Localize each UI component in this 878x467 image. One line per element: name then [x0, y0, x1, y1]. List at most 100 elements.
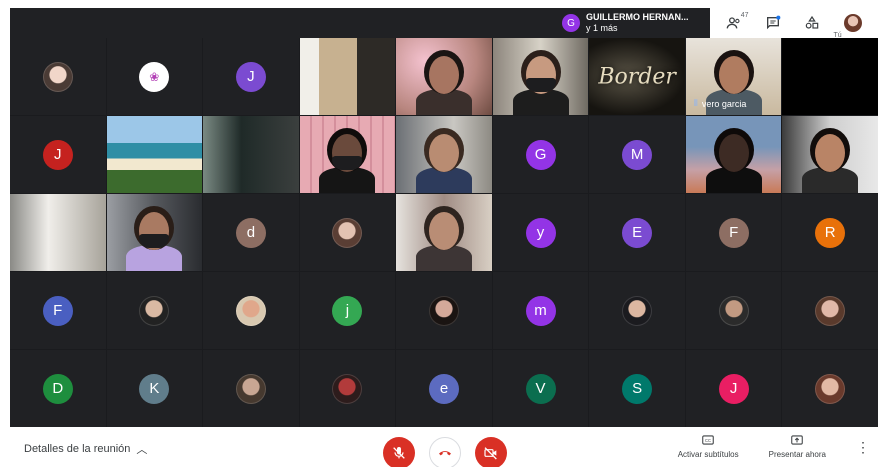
participant-tile[interactable]: [203, 272, 299, 349]
participant-initial-avatar: J: [718, 373, 749, 404]
activities-button[interactable]: [797, 10, 827, 36]
presenter-more: y 1 más: [586, 23, 618, 33]
participant-tile[interactable]: [106, 194, 203, 271]
participant-tile[interactable]: M: [589, 116, 685, 193]
participant-initial-avatar: G: [525, 139, 556, 170]
present-now-label: Presentar ahora: [768, 450, 826, 459]
self-tile[interactable]: Tú: [834, 10, 870, 39]
microphone-toggle-button[interactable]: [383, 437, 415, 467]
presenter-chip[interactable]: G GUILLERMO HERNAN... y 1 más: [556, 8, 710, 38]
participant-initial-avatar: E: [622, 217, 653, 248]
participant-photo-avatar: [815, 373, 846, 404]
participant-video: [396, 194, 492, 271]
call-controls: [383, 437, 507, 467]
participant-tile[interactable]: [782, 116, 878, 193]
participants-button[interactable]: 47: [719, 10, 749, 36]
chat-icon: [766, 15, 780, 30]
presenter-avatar: G: [562, 14, 580, 32]
participant-tile[interactable]: j: [299, 272, 396, 349]
participant-photo-avatar: [718, 295, 749, 326]
person-face: [428, 212, 459, 250]
participant-initial-avatar: F: [42, 295, 73, 326]
participant-tile[interactable]: [396, 38, 492, 115]
participant-tile[interactable]: F: [10, 272, 106, 349]
participant-tile[interactable]: V: [492, 350, 589, 427]
meeting-details-button[interactable]: Detalles de la reunión ︿: [24, 441, 147, 457]
participant-tile[interactable]: Border: [589, 38, 685, 115]
participant-photo-avatar: [622, 295, 653, 326]
participant-initial-avatar: R: [815, 217, 846, 248]
presenter-name: GUILLERMO HERNAN...: [586, 12, 689, 22]
participant-tile[interactable]: [203, 350, 299, 427]
mic-off-icon: [393, 447, 405, 459]
participant-tile[interactable]: [10, 194, 106, 271]
person-face: [815, 134, 846, 172]
participant-initial-avatar: V: [525, 373, 556, 404]
participant-tile[interactable]: [299, 350, 396, 427]
present-screen-icon: [791, 435, 804, 445]
video-overlay-text: Border: [598, 64, 676, 89]
captions-button[interactable]: CC Activar subtítulos: [678, 433, 739, 459]
participant-tile[interactable]: [396, 272, 492, 349]
participant-tile[interactable]: J: [685, 350, 782, 427]
participant-tile[interactable]: [685, 272, 782, 349]
participant-initial-avatar: m: [525, 295, 556, 326]
participant-tile[interactable]: [492, 38, 589, 115]
participant-initial-avatar: S: [622, 373, 653, 404]
participant-initial-avatar: e: [428, 373, 459, 404]
participant-tile[interactable]: [10, 38, 106, 115]
person-face: [428, 134, 459, 172]
participant-initial-avatar: D: [42, 373, 73, 404]
participant-tile[interactable]: [106, 272, 203, 349]
participant-tile[interactable]: m: [492, 272, 589, 349]
participant-tile[interactable]: K: [106, 350, 203, 427]
participant-tile[interactable]: [299, 38, 396, 115]
participant-tile[interactable]: [203, 116, 299, 193]
participant-name-tag: ⦀ vero garcia: [694, 98, 747, 109]
people-icon: [726, 17, 740, 29]
participant-photo-avatar: [428, 295, 459, 326]
participant-tile[interactable]: d: [203, 194, 299, 271]
participant-tile[interactable]: F: [685, 194, 782, 271]
chat-button[interactable]: [758, 10, 788, 36]
participant-tile[interactable]: J: [203, 38, 299, 115]
participant-photo-avatar: [332, 217, 363, 248]
participant-tile[interactable]: [299, 116, 396, 193]
participant-tile[interactable]: J: [10, 116, 106, 193]
participant-tile[interactable]: [782, 38, 878, 115]
participant-tile[interactable]: [299, 194, 396, 271]
participant-tile[interactable]: [685, 116, 782, 193]
svg-text:CC: CC: [705, 438, 711, 443]
participant-tile[interactable]: [589, 272, 685, 349]
participant-tile[interactable]: e: [396, 350, 492, 427]
leave-call-button[interactable]: [429, 437, 461, 467]
participant-video: [685, 116, 782, 193]
bottom-bar: Detalles de la reunión ︿ CC Activar subt…: [0, 427, 878, 467]
participant-tile[interactable]: y: [492, 194, 589, 271]
participant-tile[interactable]: [106, 116, 203, 193]
participant-tile[interactable]: [782, 350, 878, 427]
meeting-details-label: Detalles de la reunión: [24, 443, 131, 455]
participant-tile[interactable]: E: [589, 194, 685, 271]
participant-tile[interactable]: [396, 194, 492, 271]
participant-tile[interactable]: [782, 272, 878, 349]
face-mask: [139, 234, 170, 248]
participant-tile[interactable]: ❀: [106, 38, 203, 115]
camera-toggle-button[interactable]: [475, 437, 507, 467]
flower-logo-icon: ❀: [139, 61, 170, 92]
captions-icon: CC: [702, 435, 714, 445]
participant-grid: ❀ J Border ⦀ vero garcia J G Md y E F R Fj m D Ke V S J: [10, 38, 878, 427]
participant-tile[interactable]: S: [589, 350, 685, 427]
participant-tile[interactable]: [396, 116, 492, 193]
participant-tile[interactable]: D: [10, 350, 106, 427]
participant-tile[interactable]: ⦀ vero garcia: [685, 38, 782, 115]
more-options-icon[interactable]: ⋮: [856, 439, 870, 456]
participant-tile[interactable]: G: [492, 116, 589, 193]
participant-tile[interactable]: R: [782, 194, 878, 271]
captions-label: Activar subtítulos: [677, 450, 739, 459]
present-now-button[interactable]: Presentar ahora: [769, 433, 826, 459]
participant-video: [203, 116, 299, 193]
self-avatar: [843, 14, 862, 32]
participant-video: [396, 116, 492, 193]
person-face: [718, 134, 749, 172]
